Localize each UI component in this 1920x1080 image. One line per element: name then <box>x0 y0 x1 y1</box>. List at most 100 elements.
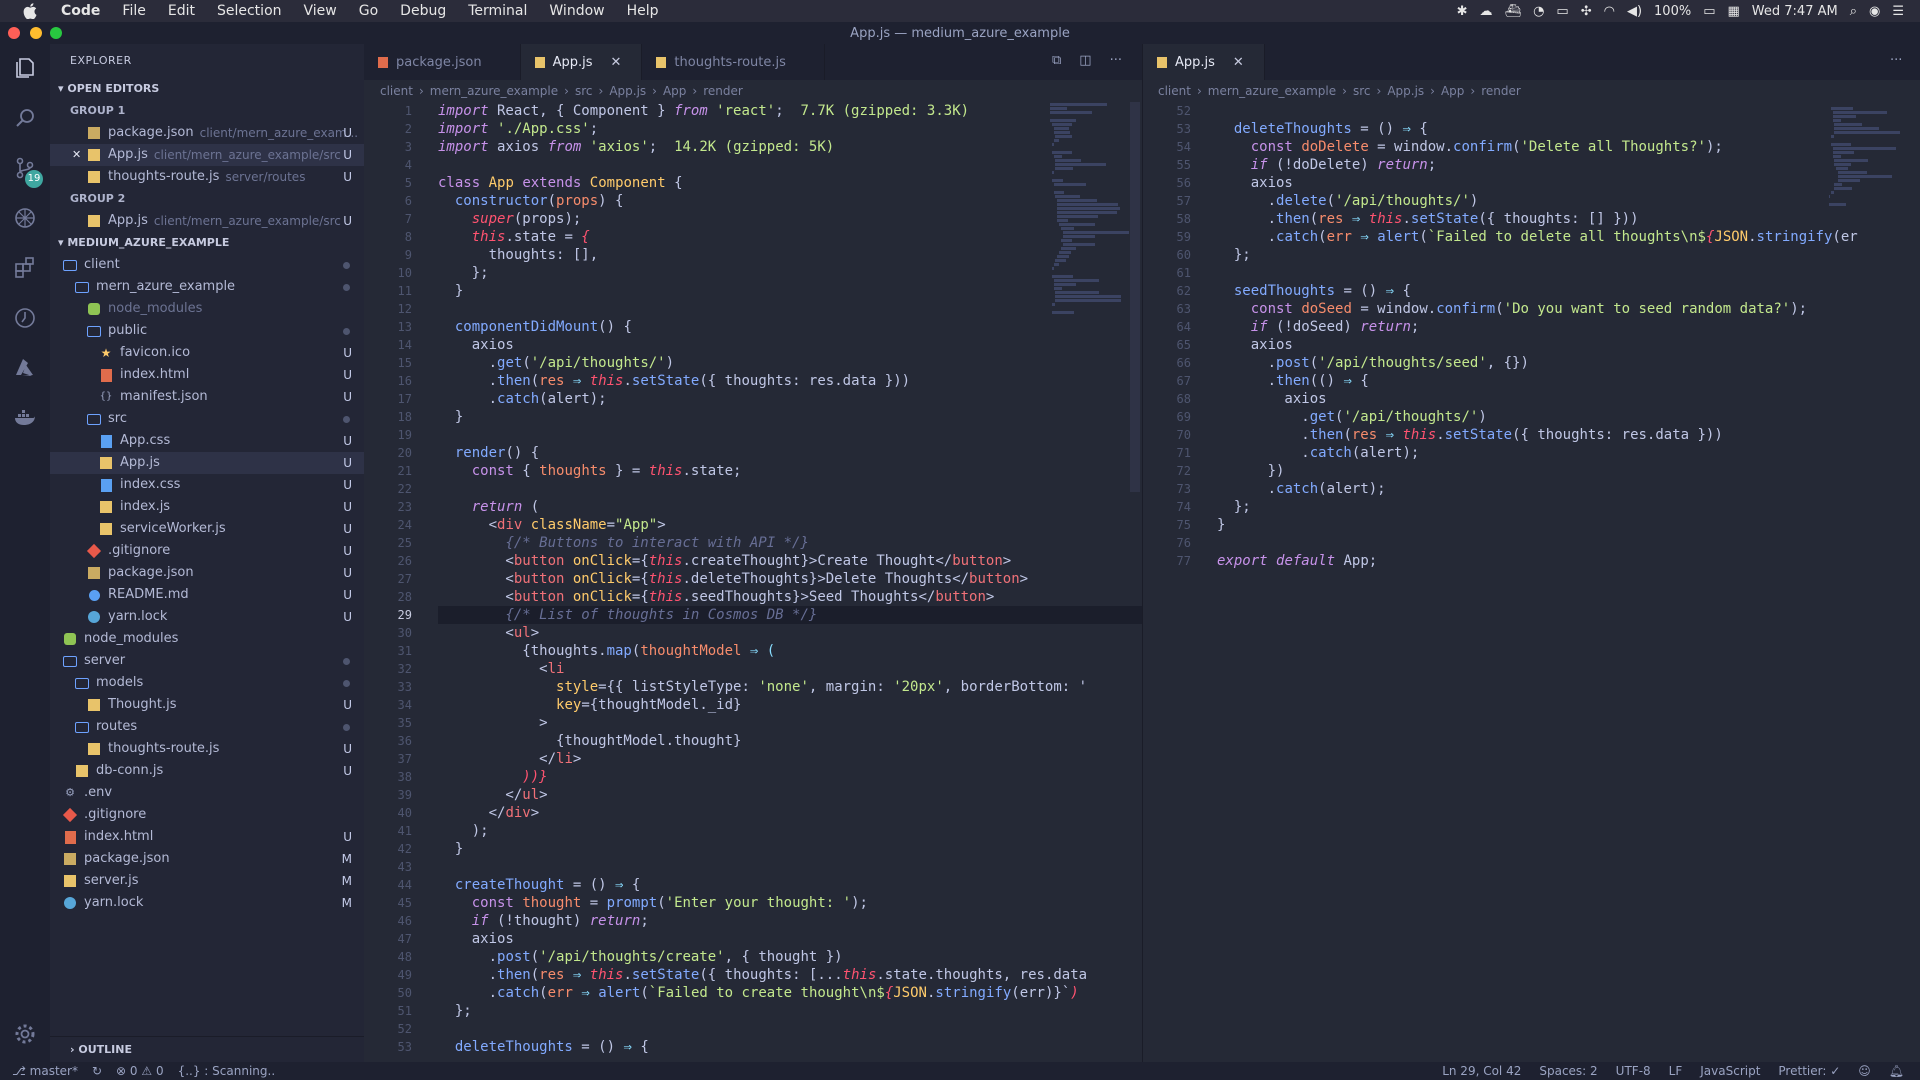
menu-terminal[interactable]: Terminal <box>457 3 538 19</box>
code-line[interactable]: }; <box>1217 498 1920 516</box>
file-item[interactable]: db-conn.jsU <box>50 760 364 782</box>
breadcrumb-item[interactable]: App.js <box>1387 80 1424 102</box>
code-line[interactable]: <li <box>438 660 1142 678</box>
open-changes-icon[interactable]: ⧉ <box>1052 53 1061 68</box>
menu-view[interactable]: View <box>293 3 348 19</box>
history-icon[interactable] <box>13 306 37 330</box>
spotlight-icon[interactable]: ⌕ <box>1850 4 1857 19</box>
network-icon[interactable]: ✣ <box>1581 4 1592 19</box>
editor-1-scrollbar[interactable] <box>1130 102 1140 492</box>
close-icon[interactable]: ✕ <box>72 144 86 166</box>
code-line[interactable]: }; <box>1217 246 1920 264</box>
code-line[interactable]: <ul> <box>438 624 1142 642</box>
code-line[interactable]: import './App.css'; <box>438 120 1142 138</box>
code-line[interactable]: .delete('/api/thoughts/') <box>1217 192 1920 210</box>
code-line[interactable]: const doDelete = window.confirm('Delete … <box>1217 138 1920 156</box>
apple-icon[interactable] <box>20 1 40 21</box>
code-line[interactable]: .post('/api/thoughts/create', { thought … <box>438 948 1142 966</box>
breadcrumb-item[interactable]: App.js <box>609 80 646 102</box>
folder-item[interactable]: mern_azure_example <box>50 276 364 298</box>
code-line[interactable] <box>438 300 1142 318</box>
code-line[interactable]: axios <box>1217 390 1920 408</box>
prettier-status[interactable]: Prettier: ✓ <box>1778 1064 1840 1078</box>
code-line[interactable] <box>1217 534 1920 552</box>
folder-item[interactable]: public <box>50 320 364 342</box>
code-line[interactable] <box>438 858 1142 876</box>
file-item[interactable]: ★favicon.icoU <box>50 342 364 364</box>
breadcrumb-item[interactable]: client <box>1158 80 1191 102</box>
git-branch[interactable]: ⎇ master* <box>12 1064 78 1078</box>
code-line[interactable]: {/* List of thoughts in Cosmos DB */} <box>438 606 1142 624</box>
wifi-icon[interactable]: ◠ <box>1604 4 1615 19</box>
code-line[interactable]: if (!doDelete) return; <box>1217 156 1920 174</box>
code-line[interactable]: seedThoughts = () ⇒ { <box>1217 282 1920 300</box>
editor-tab[interactable]: thoughts-route.js <box>642 44 824 80</box>
minimap[interactable] <box>1050 102 1120 262</box>
breadcrumb-item[interactable]: App <box>1441 80 1464 102</box>
code-line[interactable]: const { thoughts } = this.state; <box>438 462 1142 480</box>
tab-close-icon[interactable]: ✕ <box>611 55 622 70</box>
code-line[interactable]: </ul> <box>438 786 1142 804</box>
code-area[interactable]: import React, { Component } from 'react'… <box>438 102 1142 1056</box>
code-line[interactable]: }; <box>438 1002 1142 1020</box>
code-line[interactable] <box>1217 102 1920 120</box>
code-line[interactable]: <button onClick={this.createThought}>Cre… <box>438 552 1142 570</box>
open-editor-item[interactable]: package.jsonclient/mern_azure_exam...U <box>50 122 364 144</box>
code-line[interactable]: .catch(err ⇒ alert(`Failed to delete all… <box>1217 228 1920 246</box>
menu-selection[interactable]: Selection <box>206 3 293 19</box>
docker-icon[interactable]: ⛴ <box>1505 4 1522 19</box>
code-line[interactable]: </li> <box>438 750 1142 768</box>
file-item[interactable]: server.jsM <box>50 870 364 892</box>
code-line[interactable]: {/* Buttons to interact with API */} <box>438 534 1142 552</box>
breadcrumb-item[interactable]: src <box>575 80 593 102</box>
code-line[interactable]: axios <box>1217 174 1920 192</box>
outline-section[interactable]: › OUTLINE <box>50 1036 364 1062</box>
project-section[interactable]: ▾ MEDIUM_AZURE_EXAMPLE <box>50 232 364 254</box>
code-line[interactable]: } <box>1217 516 1920 534</box>
language-mode[interactable]: JavaScript <box>1700 1064 1760 1078</box>
code-line[interactable]: ); <box>438 822 1142 840</box>
code-line[interactable]: {thoughts.map(thoughtModel ⇒ ( <box>438 642 1142 660</box>
split-editor-icon[interactable]: ◫ <box>1079 53 1091 68</box>
code-line[interactable]: render() { <box>438 444 1142 462</box>
file-item[interactable]: ⚙.env <box>50 782 364 804</box>
volume-icon[interactable]: ◀) <box>1627 4 1642 19</box>
code-line[interactable]: ))} <box>438 768 1142 786</box>
clock[interactable]: Wed 7:47 AM <box>1752 4 1838 19</box>
file-item[interactable]: yarn.lockM <box>50 892 364 914</box>
editor-tab[interactable]: App.js✕ <box>1143 44 1265 80</box>
code-line[interactable]: .catch(alert); <box>1217 444 1920 462</box>
folder-item[interactable]: server <box>50 650 364 672</box>
code-line[interactable]: import axios from 'axios'; 14.2K (gzippe… <box>438 138 1142 156</box>
code-line[interactable]: super(props); <box>438 210 1142 228</box>
code-line[interactable]: </div> <box>438 804 1142 822</box>
file-item[interactable]: index.jsU <box>50 496 364 518</box>
code-line[interactable]: const doSeed = window.confirm('Do you wa… <box>1217 300 1920 318</box>
code-line[interactable]: .get('/api/thoughts/') <box>438 354 1142 372</box>
file-item[interactable]: node_modules <box>50 628 364 650</box>
folder-item[interactable]: client <box>50 254 364 276</box>
code-line[interactable]: deleteThoughts = () ⇒ { <box>1217 120 1920 138</box>
extensions-icon[interactable] <box>13 256 37 280</box>
explorer-icon[interactable] <box>13 56 37 80</box>
code-line[interactable]: {thoughtModel.thought} <box>438 732 1142 750</box>
code-line[interactable]: const thought = prompt('Enter your thoug… <box>438 894 1142 912</box>
breadcrumb-item[interactable]: App <box>663 80 686 102</box>
code-line[interactable]: constructor(props) { <box>438 192 1142 210</box>
breadcrumb-item[interactable]: client <box>380 80 413 102</box>
code-line[interactable] <box>438 426 1142 444</box>
notification-center-icon[interactable]: ☰ <box>1892 4 1904 19</box>
breadcrumb-item[interactable]: mern_azure_example <box>430 80 558 102</box>
notifications-bell-icon[interactable]: 🔔︎ <box>1889 1064 1904 1078</box>
menu-file[interactable]: File <box>111 3 156 19</box>
open-editor-item[interactable]: thoughts-route.jsserver/routesU <box>50 166 364 188</box>
calendar-icon[interactable]: ▦ <box>1728 4 1740 19</box>
code-line[interactable]: axios <box>1217 336 1920 354</box>
code-line[interactable]: .catch(alert); <box>438 390 1142 408</box>
code-line[interactable]: axios <box>438 336 1142 354</box>
editor-2[interactable]: 5253545556575859606162636465666768697071… <box>1143 102 1920 1057</box>
open-editors-section[interactable]: ▾ OPEN EDITORS <box>50 78 364 100</box>
code-line[interactable]: } <box>438 840 1142 858</box>
file-item[interactable]: thoughts-route.jsU <box>50 738 364 760</box>
code-line[interactable]: <button onClick={this.deleteThoughts}>De… <box>438 570 1142 588</box>
